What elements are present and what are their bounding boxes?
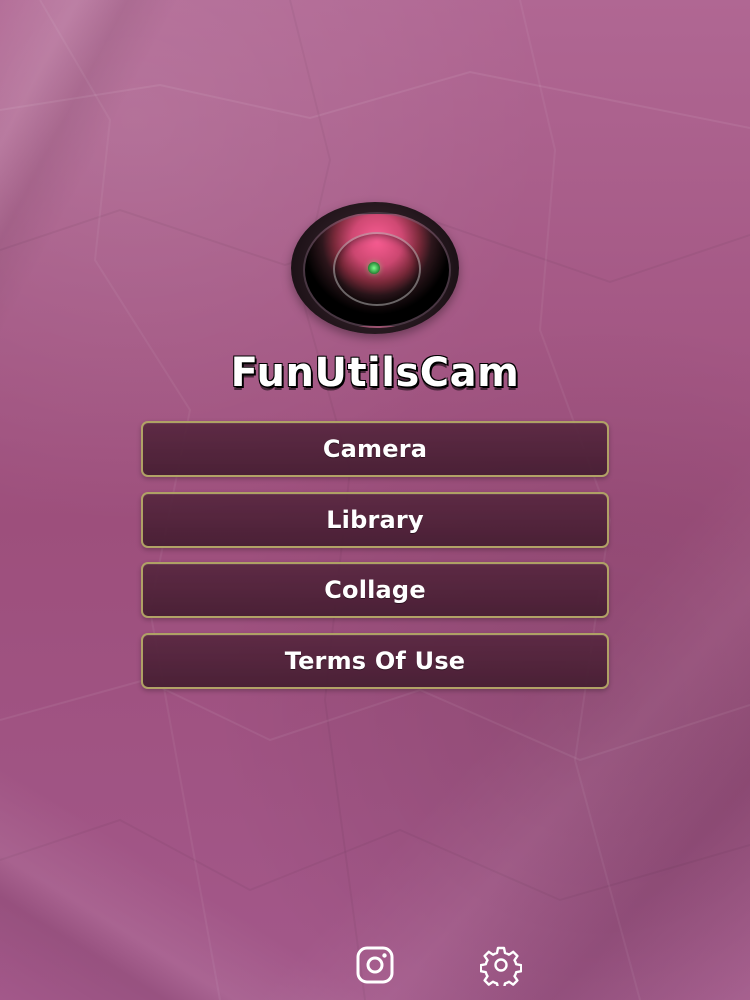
instagram-icon xyxy=(356,946,394,984)
app-title: FunUtilsCam xyxy=(230,350,520,396)
camera-button-label: Camera xyxy=(322,435,428,463)
library-button-label: Library xyxy=(326,506,424,534)
terms-of-use-button[interactable]: Terms Of Use xyxy=(141,633,609,689)
lens-indicator-icon xyxy=(368,262,380,274)
settings-button[interactable] xyxy=(479,943,523,987)
collage-button-label: Collage xyxy=(324,576,426,604)
library-button[interactable]: Library xyxy=(141,492,609,548)
terms-of-use-button-label: Terms Of Use xyxy=(284,647,466,675)
camera-button[interactable]: Camera xyxy=(141,421,609,477)
instagram-button[interactable] xyxy=(353,943,397,987)
collage-button[interactable]: Collage xyxy=(141,562,609,618)
gear-icon xyxy=(480,946,522,986)
